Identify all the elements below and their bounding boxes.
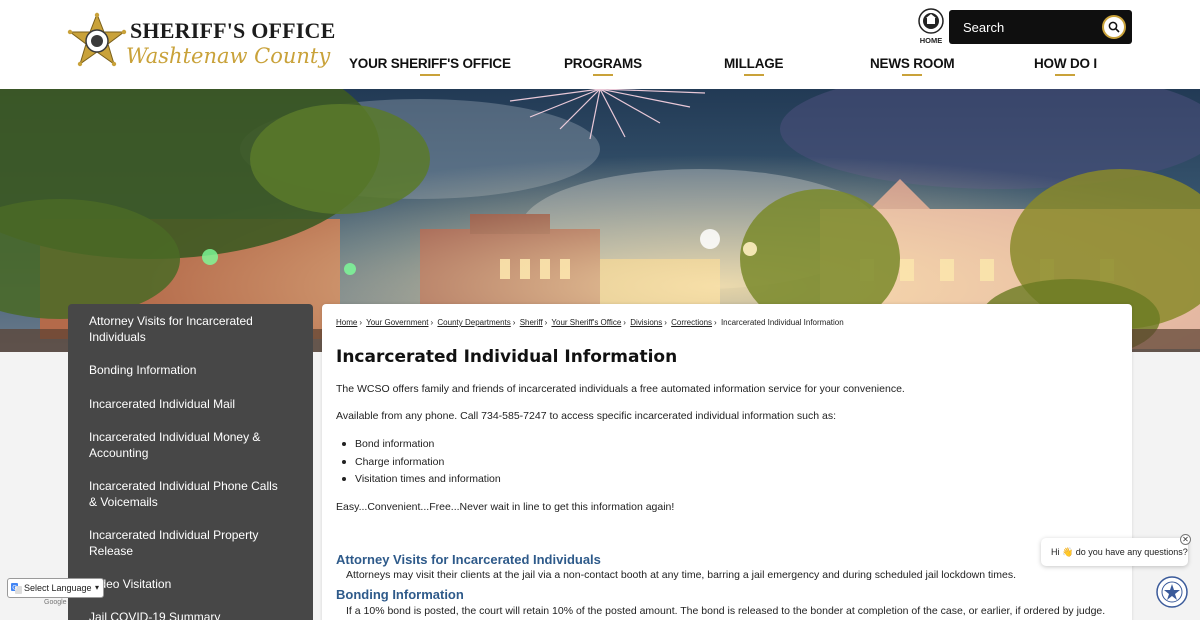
sidebar-menu: Attorney Visits for Incarcerated Individ…: [68, 304, 313, 620]
home-link[interactable]: HOME: [914, 8, 948, 48]
nav-programs[interactable]: PROGRAMS: [564, 56, 642, 76]
nav-label: YOUR SHERIFF'S OFFICE: [349, 56, 511, 71]
intro-paragraph: The WCSO offers family and friends of in…: [336, 383, 905, 395]
breadcrumb-separator: ›: [714, 318, 717, 327]
section-heading-attorney-visits[interactable]: Attorney Visits for Incarcerated Individ…: [336, 552, 601, 567]
svg-text:G: G: [12, 585, 17, 592]
sidebar-item-bonding-information[interactable]: Bonding Information: [89, 362, 289, 378]
nav-millage[interactable]: MILLAGE: [724, 56, 784, 76]
main-nav: YOUR SHERIFF'S OFFICE PROGRAMS MILLAGE N…: [340, 56, 1120, 80]
sidebar-item-covid-summary[interactable]: Jail COVID-19 Summary: [89, 609, 289, 620]
nav-label: NEWS ROOM: [870, 56, 955, 71]
breadcrumb-your-sheriffs-office[interactable]: Your Sheriff's Office: [551, 318, 621, 327]
page-title: Incarcerated Individual Information: [336, 347, 678, 367]
breadcrumb-divisions[interactable]: Divisions: [630, 318, 662, 327]
nav-underline: [743, 74, 764, 76]
section-text-bonding-information: If a 10% bond is posted, the court will …: [346, 605, 1106, 617]
google-attribution: Google: [44, 599, 67, 606]
chevron-down-icon: ▾: [94, 583, 99, 592]
search-icon: [1108, 21, 1120, 33]
breadcrumb-separator: ›: [359, 318, 363, 327]
sidebar-item-mail[interactable]: Incarcerated Individual Mail: [89, 396, 289, 412]
logo-title: SHERIFF'S OFFICE: [130, 18, 336, 43]
breadcrumb: Home › Your Government › County Department…: [336, 318, 844, 327]
nav-news-room[interactable]: NEWS ROOM: [870, 56, 955, 76]
main-content: Home › Your Government › County Department…: [322, 304, 1132, 620]
breadcrumb-sheriff[interactable]: Sheriff: [520, 318, 543, 327]
breadcrumb-your-government[interactable]: Your Government: [366, 318, 428, 327]
sidebar-item-money-accounting[interactable]: Incarcerated Individual Money & Accounti…: [89, 429, 289, 461]
sidebar-item-video-visitation[interactable]: Video Visitation: [89, 576, 289, 592]
breadcrumb-county-departments[interactable]: County Departments: [437, 318, 510, 327]
tagline-paragraph: Easy...Convenient...Free...Never wait in…: [336, 501, 675, 513]
google-translate-icon: G: [11, 583, 22, 594]
section-heading-bonding-information[interactable]: Bonding Information: [336, 587, 464, 602]
list-item: Charge information: [342, 455, 501, 473]
list-item: Visitation times and information: [342, 472, 501, 490]
site-header: SHERIFF'S OFFICE Washtenaw County HOME Y…: [0, 0, 1200, 89]
nav-underline: [592, 74, 613, 76]
search-button[interactable]: [1102, 15, 1126, 39]
breadcrumb-separator: ›: [623, 318, 626, 327]
sidebar-item-property-release[interactable]: Incarcerated Individual Property Release: [89, 527, 289, 559]
breadcrumb-separator: ›: [544, 318, 548, 327]
chat-close-button[interactable]: ✕: [1180, 534, 1191, 545]
home-label: HOME: [919, 36, 943, 45]
nav-label: MILLAGE: [724, 56, 784, 71]
nav-your-sheriffs-office[interactable]: YOUR SHERIFF'S OFFICE: [349, 56, 511, 76]
info-bullet-list: Bond information Charge information Visi…: [342, 437, 501, 490]
sheriff-star-icon: [67, 12, 127, 67]
nav-how-do-i[interactable]: HOW DO I: [1034, 56, 1097, 76]
breadcrumb-separator: ›: [430, 318, 434, 327]
list-item: Bond information: [342, 437, 501, 455]
breadcrumb-current: Incarcerated Individual Information: [720, 318, 844, 327]
language-select-label: Select Language: [24, 583, 92, 593]
nav-label: HOW DO I: [1034, 56, 1097, 71]
sidebar-item-attorney-visits[interactable]: Attorney Visits for Incarcerated Individ…: [89, 313, 289, 345]
breadcrumb-corrections[interactable]: Corrections: [671, 318, 712, 327]
breadcrumb-separator: ›: [664, 318, 667, 327]
nav-underline: [1055, 74, 1076, 76]
logo-subtitle: Washtenaw County: [126, 44, 331, 68]
breadcrumb-home[interactable]: Home: [336, 318, 357, 327]
search-input[interactable]: [949, 10, 1099, 44]
language-select[interactable]: G Select Language ▾: [7, 578, 104, 598]
county-seal-icon: [918, 8, 944, 34]
breadcrumb-separator: ›: [512, 318, 516, 327]
sidebar-item-phone-calls[interactable]: Incarcerated Individual Phone Calls & Vo…: [89, 478, 289, 510]
site-logo[interactable]: SHERIFF'S OFFICE Washtenaw County: [66, 12, 335, 76]
section-text-attorney-visits: Attorneys may visit their clients at the…: [346, 569, 1017, 581]
nav-underline: [902, 74, 923, 76]
search-box: [949, 10, 1132, 44]
nav-label: PROGRAMS: [564, 56, 642, 71]
chat-avatar-seal-icon[interactable]: [1156, 576, 1188, 608]
chat-greeting-bubble[interactable]: Hi 👋 do you have any questions?: [1041, 538, 1188, 566]
phone-paragraph: Available from any phone. Call 734-585-7…: [336, 410, 837, 422]
nav-underline: [419, 74, 440, 76]
